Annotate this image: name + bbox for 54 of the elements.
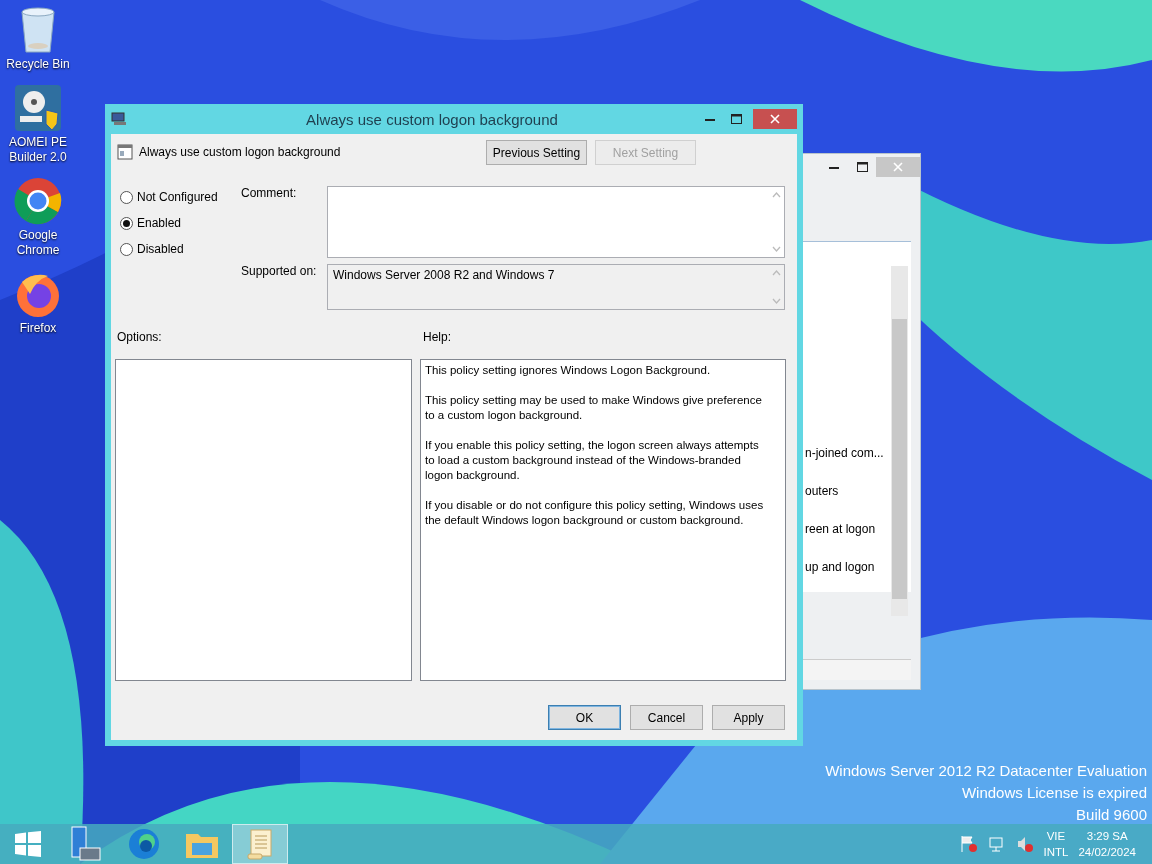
recycle-bin-icon <box>18 6 58 54</box>
window-title: Always use custom logon background <box>305 110 559 128</box>
minimize-icon <box>829 165 839 169</box>
settings-page-icon <box>117 144 133 160</box>
help-paragraph: This policy setting ignores Windows Logon Background. <box>425 363 712 378</box>
minimize-icon <box>705 117 715 121</box>
scroll-up-icon[interactable] <box>771 270 781 276</box>
speaker-muted-icon[interactable] <box>1015 835 1034 853</box>
windows-logo-icon <box>15 831 41 857</box>
desktop-icon-label[interactable]: Google Chrome <box>0 228 76 258</box>
nav-button[interactable]: Previous Setting <box>486 140 587 165</box>
scrollbar[interactable] <box>891 266 908 616</box>
scroll-document-icon <box>246 828 274 860</box>
dialog-button[interactable]: Cancel <box>630 705 703 730</box>
maximize-icon <box>856 162 868 172</box>
maximize-icon <box>730 114 742 124</box>
desktop-icon-label[interactable]: AOMEI PE Builder 2.0 <box>0 135 76 165</box>
server-toolbox-icon <box>70 826 102 862</box>
browser-wave-icon <box>128 828 160 860</box>
supported-on-label: Supported on: <box>241 264 318 280</box>
help-paragraph: If you enable this policy setting, the logon screen always attempts to load a custom background instead of the Windows-branded logon background. <box>425 438 760 483</box>
dialog-button[interactable]: Apply <box>712 705 785 730</box>
scroll-down-icon[interactable] <box>771 246 781 252</box>
desktop-icon-label[interactable]: Recycle Bin <box>6 57 70 72</box>
dialog-button[interactable]: OK <box>548 705 621 730</box>
close-icon <box>893 162 903 172</box>
close-icon <box>770 114 780 124</box>
comment-field[interactable] <box>327 186 785 258</box>
browser-logo-icon <box>14 177 62 225</box>
comment-label: Comment: <box>241 186 298 202</box>
scroll-down-icon[interactable] <box>771 298 781 304</box>
setting-name: Always use custom logon background <box>139 145 341 159</box>
desktop-icon-label[interactable]: Firefox <box>19 321 57 336</box>
taskbar-app[interactable] <box>232 824 288 864</box>
watermark-text: Windows License is expired <box>961 783 1147 803</box>
network-icon[interactable] <box>987 835 1006 853</box>
radio-option[interactable]: Not Configured <box>120 190 241 204</box>
options-label: Options: <box>116 330 163 346</box>
help-paragraph: If you disable or do not configure this policy setting, Windows uses the default Windows logon background or custom background. <box>425 498 765 528</box>
scroll-up-icon[interactable] <box>771 192 781 198</box>
help-label: Help: <box>423 330 451 346</box>
computer-icon <box>111 112 127 126</box>
watermark-text: Windows Server 2012 R2 Datacenter Evaluation <box>825 761 1147 781</box>
radio-option[interactable]: Enabled <box>120 216 241 230</box>
watermark-text: Build 9600 <box>1076 805 1147 825</box>
help-paragraph: This policy setting may be used to make Windows give preference to a custom logon background. <box>425 393 763 423</box>
disc-shield-icon <box>14 84 62 132</box>
list-item[interactable]: up and logon <box>805 558 884 576</box>
list-item[interactable]: reen at logon <box>805 520 884 538</box>
list-item[interactable]: outers <box>805 482 884 500</box>
flag-error-icon[interactable] <box>959 835 978 853</box>
list-item[interactable]: n-joined com... <box>805 444 884 462</box>
supported-on-field: Windows Server 2008 R2 and Windows 7 <box>327 264 785 310</box>
radio-option[interactable]: Disabled <box>120 242 241 256</box>
